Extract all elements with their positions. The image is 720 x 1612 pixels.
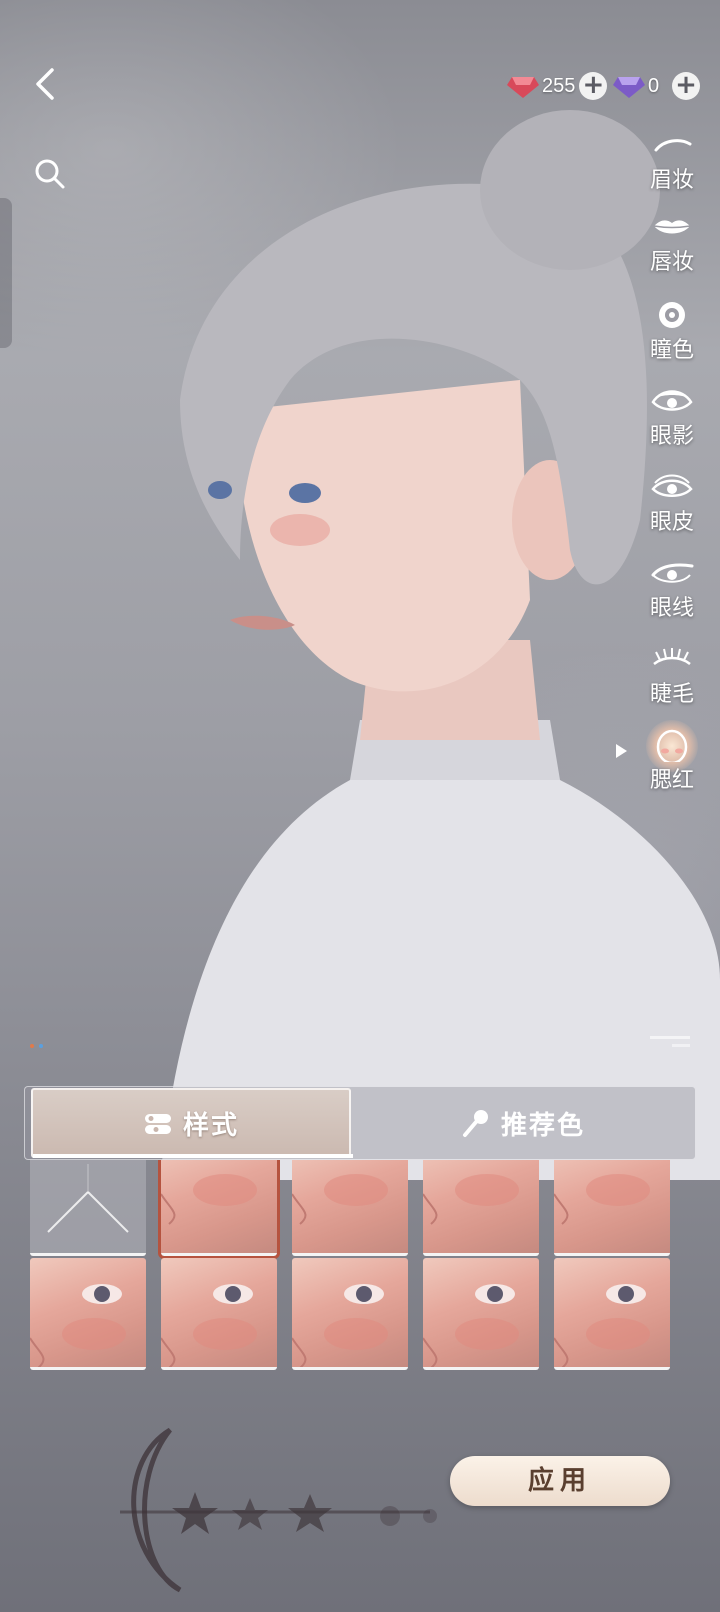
side-item-label: 眼皮 bbox=[649, 510, 694, 535]
style-option[interactable] bbox=[554, 1258, 670, 1370]
purple-gem-amount: 0 bbox=[648, 74, 660, 97]
style-option[interactable] bbox=[423, 1258, 539, 1370]
blush-preview-thumbnail bbox=[161, 1174, 257, 1225]
lips-icon bbox=[653, 220, 691, 234]
style-option-none[interactable] bbox=[30, 1160, 146, 1256]
none-icon bbox=[47, 1164, 129, 1233]
side-item-label: 眉妆 bbox=[649, 168, 694, 193]
tab-recommended-color-label: 推荐色 bbox=[500, 1110, 585, 1141]
style-option[interactable] bbox=[292, 1258, 408, 1370]
style-option[interactable] bbox=[423, 1160, 539, 1256]
eyelid-icon bbox=[651, 474, 693, 497]
tab-style[interactable]: 样式 bbox=[31, 1088, 353, 1158]
style-option[interactable] bbox=[554, 1160, 670, 1256]
blush-preview-thumbnail bbox=[292, 1284, 388, 1367]
style-option[interactable] bbox=[30, 1258, 146, 1370]
eyebrow-icon bbox=[654, 139, 692, 152]
style-option[interactable] bbox=[158, 1160, 280, 1259]
currency-red-gem: 255 + bbox=[506, 70, 608, 102]
side-item-lips[interactable]: 唇妆 bbox=[624, 208, 720, 292]
left-edge-handle[interactable] bbox=[0, 198, 12, 348]
purple-gem-icon bbox=[613, 77, 645, 98]
blush-preview-thumbnail bbox=[30, 1284, 126, 1367]
style-icon bbox=[144, 1114, 171, 1134]
brush-icon bbox=[462, 1110, 488, 1137]
side-item-label: 唇妆 bbox=[649, 250, 694, 275]
currency-purple-gem: 0 + bbox=[612, 70, 700, 102]
tab-style-underline bbox=[33, 1154, 353, 1158]
blush-preview-thumbnail bbox=[161, 1284, 257, 1367]
blush-preview-thumbnail bbox=[292, 1174, 388, 1225]
tab-recommended-color[interactable]: 推荐色 bbox=[355, 1087, 691, 1159]
blush-preview-thumbnail bbox=[554, 1284, 650, 1367]
side-item-label: 瞳色 bbox=[649, 338, 694, 363]
side-item-eyelash[interactable]: 睫毛 bbox=[624, 640, 720, 724]
side-item-eyebrow[interactable]: 眉妆 bbox=[624, 126, 720, 210]
back-button[interactable] bbox=[30, 64, 70, 104]
blush-preview-thumbnail bbox=[423, 1284, 519, 1367]
red-gem-icon bbox=[507, 77, 539, 98]
side-item-label: 腮红 bbox=[649, 768, 694, 793]
selected-indicator-icon bbox=[616, 744, 627, 758]
side-item-blush[interactable]: 腮红 bbox=[616, 720, 720, 810]
search-icon[interactable] bbox=[30, 154, 70, 194]
side-item-label: 眼线 bbox=[649, 596, 694, 621]
add-purple-gem-button[interactable]: + bbox=[672, 72, 700, 100]
style-option[interactable] bbox=[161, 1258, 277, 1370]
side-item-eyelid[interactable]: 眼皮 bbox=[624, 468, 720, 552]
add-red-gem-button[interactable]: + bbox=[579, 72, 608, 100]
apply-button[interactable]: 应用 bbox=[450, 1456, 670, 1506]
side-item-eyeshadow[interactable]: 眼影 bbox=[624, 382, 720, 466]
style-option[interactable] bbox=[292, 1160, 408, 1256]
blush-icon bbox=[656, 729, 688, 762]
blush-preview-thumbnail bbox=[554, 1174, 650, 1225]
tab-style-label: 样式 bbox=[182, 1110, 239, 1141]
red-gem-amount: 255 bbox=[542, 74, 576, 97]
eyeliner-icon bbox=[651, 563, 694, 583]
style-grid bbox=[30, 1160, 670, 1376]
side-item-pupil[interactable]: 瞳色 bbox=[624, 296, 720, 380]
decorative-text-right bbox=[650, 1036, 690, 1047]
side-item-label: 睫毛 bbox=[649, 682, 694, 707]
blush-preview-thumbnail bbox=[423, 1174, 519, 1225]
eyeshadow-icon bbox=[651, 390, 693, 411]
decorative-marks bbox=[30, 1044, 43, 1048]
tab-bar: 样式 推荐色 bbox=[24, 1086, 696, 1160]
side-item-eyeliner[interactable]: 眼线 bbox=[624, 554, 720, 638]
moon-decoration-icon bbox=[120, 1427, 437, 1593]
eyelash-icon bbox=[653, 648, 691, 666]
pupil-icon bbox=[659, 302, 685, 328]
side-item-label: 眼影 bbox=[649, 424, 694, 449]
